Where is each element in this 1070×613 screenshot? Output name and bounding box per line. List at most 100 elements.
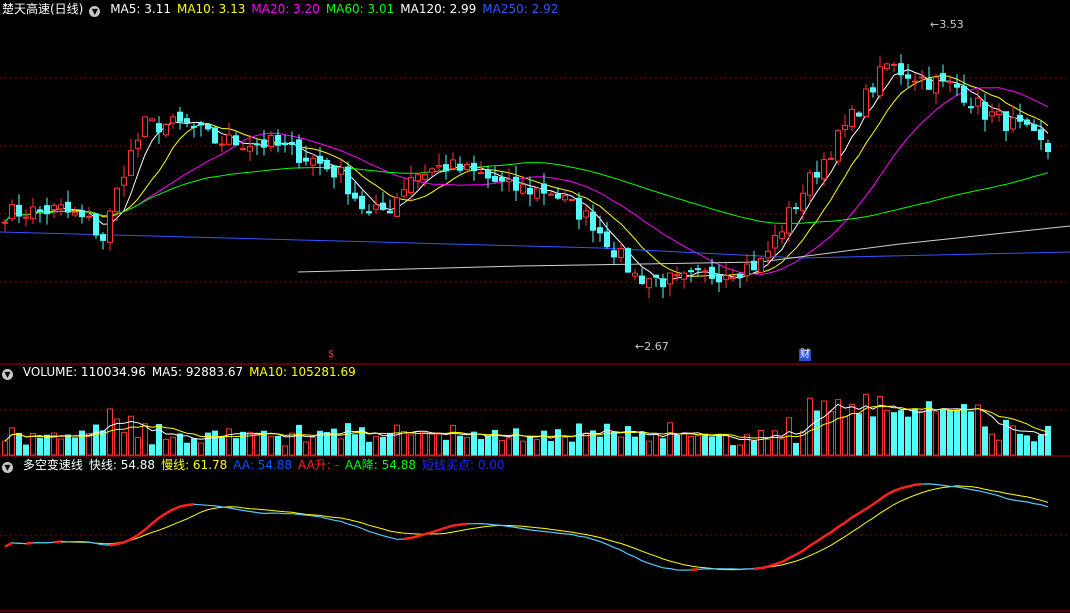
candle-body [282, 142, 288, 146]
slow-line [4, 485, 1049, 571]
candle-body [667, 272, 673, 285]
volume-bar [639, 431, 645, 456]
candle-body [485, 170, 491, 179]
volume-bar [562, 436, 568, 456]
candle-body [415, 174, 421, 182]
volume-bar [436, 433, 442, 456]
candle-body [891, 63, 897, 66]
candle-body [562, 195, 568, 201]
aa-rising-segment [459, 522, 468, 526]
volume-bar [772, 430, 778, 456]
volume-bar [702, 433, 708, 456]
candle-body [107, 210, 113, 243]
candle-body [660, 278, 666, 288]
aa-rising-segment [879, 493, 888, 501]
candle-body [184, 118, 190, 123]
aa-rising-segment [144, 522, 153, 531]
candle-body [674, 274, 680, 277]
volume-bar [93, 424, 99, 456]
candle-body [135, 139, 141, 149]
candle-body [716, 274, 722, 283]
volume-bar [835, 399, 841, 456]
candle-body [163, 124, 169, 136]
stock-title: 楚天高速(日线) [2, 2, 84, 16]
candle-body [814, 171, 820, 178]
volume-bar [520, 440, 526, 456]
aa-rising-segment [837, 521, 846, 529]
candle-body [933, 76, 939, 94]
aa-rising-segment [858, 507, 867, 515]
volume-bar [919, 410, 925, 456]
candle-body [772, 235, 778, 249]
candle-body [177, 111, 183, 122]
aa-rising-segment [53, 540, 62, 544]
candle-body [345, 166, 351, 195]
aa-rising-segment [165, 508, 174, 515]
volume-bar [905, 416, 911, 456]
candle-body [625, 248, 631, 273]
chart-canvas[interactable] [0, 0, 1070, 613]
toggle-icon[interactable]: ▼ [2, 369, 13, 380]
event-marker-cai[interactable]: 财 [799, 349, 811, 361]
candle-body [240, 148, 246, 151]
candle-body [919, 76, 925, 79]
aa-rising-segment [760, 565, 769, 570]
aa-rising-segment [690, 568, 699, 572]
volume-bar [891, 412, 897, 456]
volume-bar [310, 436, 316, 456]
volume-bar [373, 435, 379, 456]
candle-body [793, 207, 799, 210]
candle-body [352, 192, 358, 199]
toggle-icon[interactable]: ▼ [89, 6, 101, 17]
candle-body [723, 275, 729, 280]
candle-body [408, 177, 414, 193]
toggle-icon[interactable]: ▼ [2, 462, 13, 473]
aa-rising-segment [753, 566, 762, 571]
candle-body [170, 116, 176, 124]
candle-body [338, 166, 344, 175]
volume-bar [863, 393, 869, 456]
candle-body [520, 184, 526, 194]
candle-body [149, 118, 155, 122]
volume-bar [296, 424, 302, 456]
volume-bar [100, 430, 106, 456]
volume-bar [954, 409, 960, 456]
candle-body [877, 66, 883, 97]
candle-body [100, 234, 106, 241]
aa-rising-segment [438, 526, 447, 532]
candle-body [499, 176, 505, 182]
candle-body [226, 134, 232, 145]
volume-bar [1038, 434, 1044, 456]
volume-label-1: MA5: 92883.67 [151, 365, 244, 379]
candle-body [65, 201, 71, 213]
aa-rising-segment [802, 544, 811, 552]
candle-body [821, 159, 827, 180]
volume-bar [576, 423, 582, 456]
volume-bar [674, 434, 680, 456]
volume-bar [737, 444, 743, 456]
candle-body [58, 204, 64, 210]
candle-body [9, 204, 15, 220]
volume-bar [947, 410, 953, 456]
volume-bar [170, 436, 176, 456]
event-marker-s[interactable]: $ [327, 349, 335, 361]
candle-body [800, 192, 806, 211]
volume-bar [443, 439, 449, 456]
candle-body [639, 275, 645, 284]
candle-body [254, 143, 260, 146]
candle-body [422, 174, 428, 180]
candle-body [219, 143, 225, 146]
candle-body [688, 270, 694, 273]
aa-rising-segment [809, 540, 818, 547]
aa-rising-segment [151, 516, 160, 525]
candle-body [471, 162, 477, 172]
candle-body [548, 193, 554, 196]
volume-bar [604, 423, 610, 456]
candle-body [968, 106, 974, 109]
volume-bar [940, 408, 946, 456]
candle-body [1017, 114, 1023, 122]
candle-body [2, 221, 8, 224]
volume-bar [1031, 441, 1037, 456]
main-chart-header: 楚天高速(日线) ▼ MA5: 3.11 MA10: 3.13 MA20: 3.20 M… [2, 1, 564, 17]
candle-body [702, 270, 708, 273]
